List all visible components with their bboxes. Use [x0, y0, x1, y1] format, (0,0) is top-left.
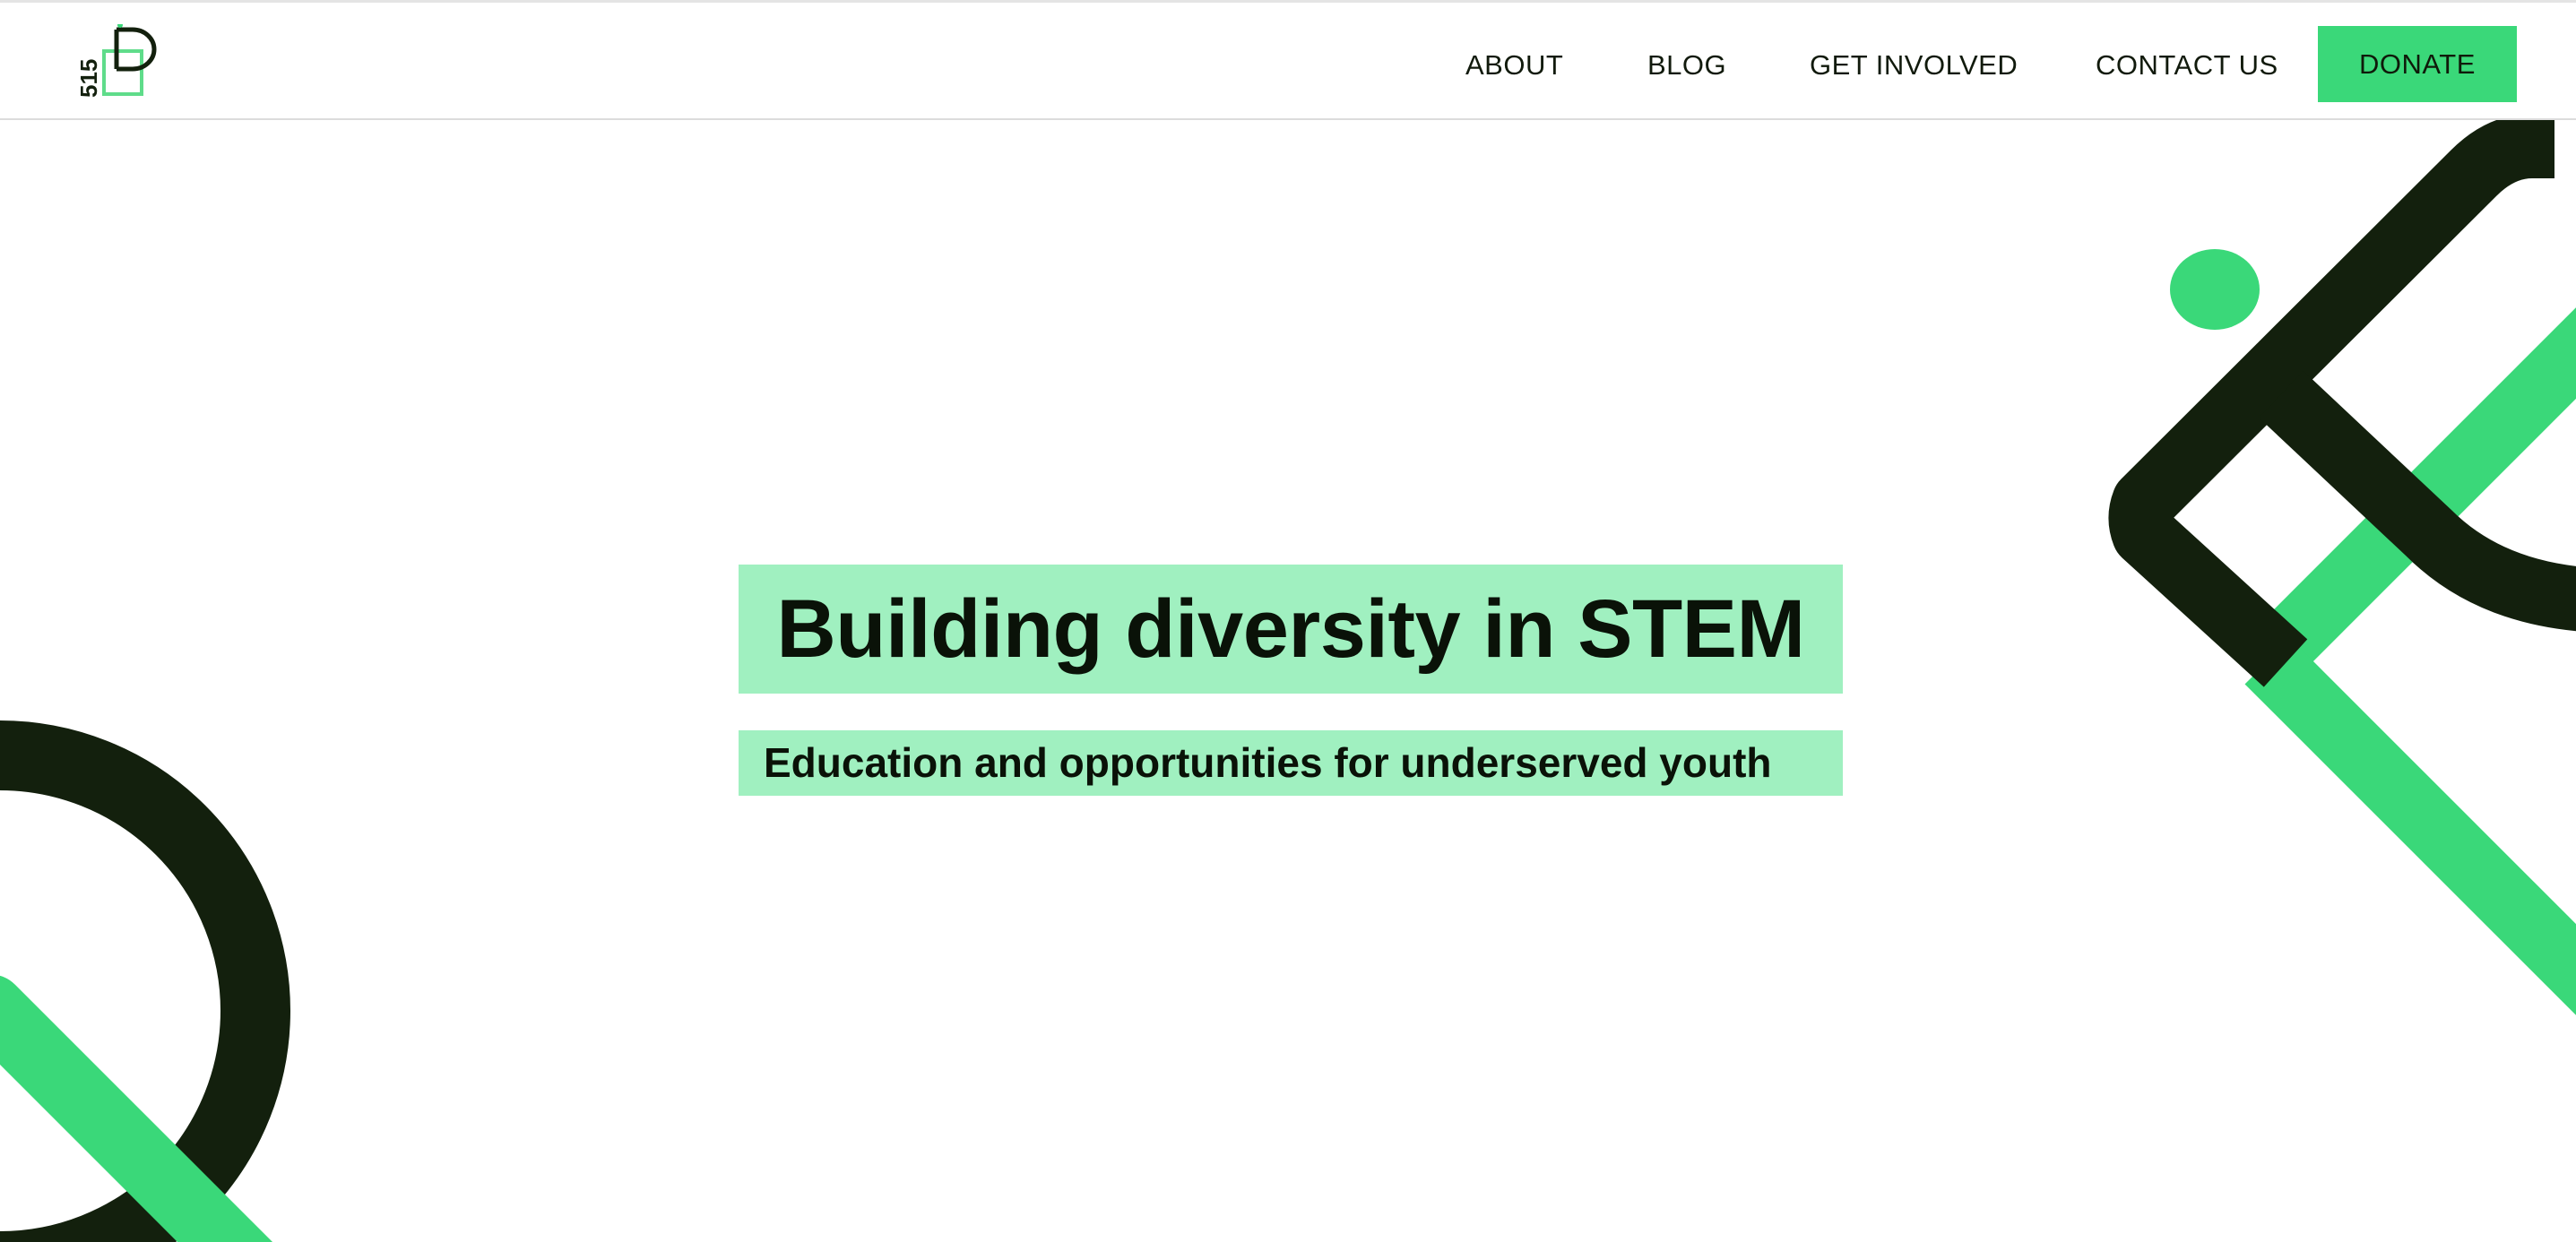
- nav-contact-us-link[interactable]: CONTACT US: [2096, 49, 2278, 82]
- site-logo[interactable]: 515: [70, 24, 170, 101]
- site-header: 515 ABOUT BLOG GET INVOLVED CONTACT US D…: [0, 3, 2576, 120]
- logo-text: 515: [75, 59, 102, 98]
- green-dot: [2170, 249, 2260, 330]
- donate-button[interactable]: DONATE: [2318, 26, 2517, 102]
- nav-about-link[interactable]: ABOUT: [1465, 49, 1563, 82]
- hero-title: Building diversity in STEM: [776, 583, 1805, 675]
- hero-subtitle: Education and opportunities for underser…: [764, 739, 1772, 786]
- green-diagonal-right-down: [2244, 638, 2576, 1015]
- nav-blog-link[interactable]: BLOG: [1647, 49, 1726, 82]
- nav-get-involved-link[interactable]: GET INVOLVED: [1810, 49, 2018, 82]
